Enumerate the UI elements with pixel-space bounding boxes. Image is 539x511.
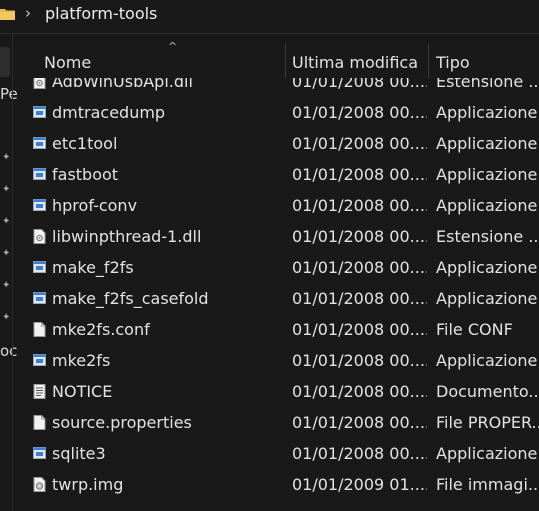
pin-icon: ✦ <box>2 184 11 195</box>
file-row[interactable]: fastboot 01/01/2008 00.... Applicazione <box>13 160 539 191</box>
application-icon <box>33 106 46 118</box>
file-modified: 01/01/2008 00.... <box>292 258 427 277</box>
file-row[interactable]: NOTICE 01/01/2008 00.... Documento... <box>13 377 539 408</box>
application-icon <box>33 168 46 180</box>
file-row[interactable]: make_f2fs 01/01/2008 00.... Applicazione <box>13 253 539 284</box>
file-type: Applicazione <box>436 258 538 277</box>
file-modified: 01/01/2008 00.... <box>292 227 427 246</box>
folder-icon <box>0 9 15 20</box>
navigation-pane[interactable]: Pe ✦ ✦ ✦ ✦ ✦ ✦ oc <box>0 34 18 511</box>
file-list: AdbWinUsbApi.dll 01/01/2008 00.... Estensi… <box>13 78 539 511</box>
file-row[interactable]: twrp.img 01/01/2009 01.... File immagi... <box>13 470 539 501</box>
pin-icon: ✦ <box>2 152 11 163</box>
file-name: AdbWinUsbApi.dll <box>52 78 193 91</box>
application-icon <box>33 447 46 459</box>
column-header-type[interactable]: Tipo <box>436 53 470 72</box>
file-name: fastboot <box>52 165 119 184</box>
blank-file-icon <box>33 322 46 337</box>
file-name: make_f2fs <box>52 258 134 277</box>
file-name: twrp.img <box>52 475 124 494</box>
file-type: Estensione ... <box>436 78 539 91</box>
file-modified: 01/01/2008 00.... <box>292 320 427 339</box>
file-name: libwinpthread-1.dll <box>52 227 202 246</box>
file-row[interactable]: etc1tool 01/01/2008 00.... Applicazione <box>13 129 539 160</box>
column-header-modified[interactable]: Ultima modifica <box>292 53 418 72</box>
file-name: make_f2fs_casefold <box>52 289 209 308</box>
file-name: mke2fs.conf <box>52 320 150 339</box>
pin-icon: ✦ <box>2 216 11 227</box>
file-modified: 01/01/2008 00.... <box>292 444 427 463</box>
file-name: NOTICE <box>52 382 113 401</box>
text-document-icon <box>33 384 46 399</box>
pin-icon: ✦ <box>2 248 11 259</box>
file-name: etc1tool <box>52 134 118 153</box>
file-type: File CONF <box>436 320 513 339</box>
application-icon <box>33 261 46 273</box>
file-row[interactable]: make_f2fs_casefold 01/01/2008 00.... Appli… <box>13 284 539 315</box>
navigation-scrollbar[interactable] <box>0 47 10 77</box>
file-row[interactable]: mke2fs.conf 01/01/2008 00.... File CONF <box>13 315 539 346</box>
file-modified: 01/01/2008 00.... <box>292 78 427 91</box>
file-row[interactable]: source.properties 01/01/2008 00.... File P… <box>13 408 539 439</box>
file-type: Applicazione <box>436 351 538 370</box>
file-type: File PROPER... <box>436 413 539 432</box>
column-resize-handle[interactable] <box>285 44 286 78</box>
column-header: ^ Nome Ultima modifica Tipo <box>13 34 539 78</box>
file-name: mke2fs <box>52 351 111 370</box>
file-type: Applicazione <box>436 444 538 463</box>
file-row[interactable]: AdbWinUsbApi.dll 01/01/2008 00.... Estensi… <box>13 78 539 98</box>
disc-image-icon <box>33 477 46 492</box>
file-modified: 01/01/2008 00.... <box>292 134 427 153</box>
file-type: Applicazione <box>436 289 538 308</box>
file-name: source.properties <box>52 413 192 432</box>
file-type: Applicazione <box>436 196 538 215</box>
application-icon <box>33 354 46 366</box>
file-name: sqlite3 <box>52 444 106 463</box>
file-type: File immagi... <box>436 475 539 494</box>
breadcrumb-current-folder[interactable]: platform-tools <box>45 4 157 23</box>
application-icon <box>33 292 46 304</box>
file-name: hprof-conv <box>52 196 138 215</box>
address-bar[interactable]: › platform-tools <box>0 0 539 33</box>
application-icon <box>33 137 46 149</box>
file-type: Documento... <box>436 382 539 401</box>
file-row[interactable]: mke2fs 01/01/2008 00.... Applicazione <box>13 346 539 377</box>
file-type: Applicazione <box>436 103 538 122</box>
sort-ascending-icon: ^ <box>168 40 178 53</box>
dll-file-icon <box>33 229 46 244</box>
file-modified: 01/01/2008 00.... <box>292 382 427 401</box>
column-header-name[interactable]: Nome <box>44 53 91 72</box>
file-type: Estensione ... <box>436 227 539 246</box>
file-modified: 01/01/2008 00.... <box>292 196 427 215</box>
pin-icon: ✦ <box>2 280 11 291</box>
file-name: dmtracedump <box>52 103 166 122</box>
file-type: Applicazione <box>436 165 538 184</box>
chevron-right-icon: › <box>25 4 31 22</box>
pin-icon: ✦ <box>2 312 11 323</box>
file-type: Applicazione <box>436 134 538 153</box>
file-modified: 01/01/2008 00.... <box>292 289 427 308</box>
file-modified: 01/01/2008 00.... <box>292 413 427 432</box>
file-row[interactable]: libwinpthread-1.dll 01/01/2008 00.... Este… <box>13 222 539 253</box>
file-row[interactable]: hprof-conv 01/01/2008 00.... Applicazione <box>13 191 539 222</box>
column-resize-handle[interactable] <box>428 44 429 78</box>
file-row[interactable]: sqlite3 01/01/2008 00.... Applicazione <box>13 439 539 470</box>
file-modified: 01/01/2008 00.... <box>292 103 427 122</box>
blank-file-icon <box>33 415 46 430</box>
file-modified: 01/01/2009 01.... <box>292 475 427 494</box>
file-modified: 01/01/2008 00.... <box>292 165 427 184</box>
file-modified: 01/01/2008 00.... <box>292 351 427 370</box>
file-row[interactable]: dmtracedump 01/01/2008 00.... Applicazione <box>13 98 539 129</box>
dll-file-icon <box>33 78 46 89</box>
application-icon <box>33 199 46 211</box>
